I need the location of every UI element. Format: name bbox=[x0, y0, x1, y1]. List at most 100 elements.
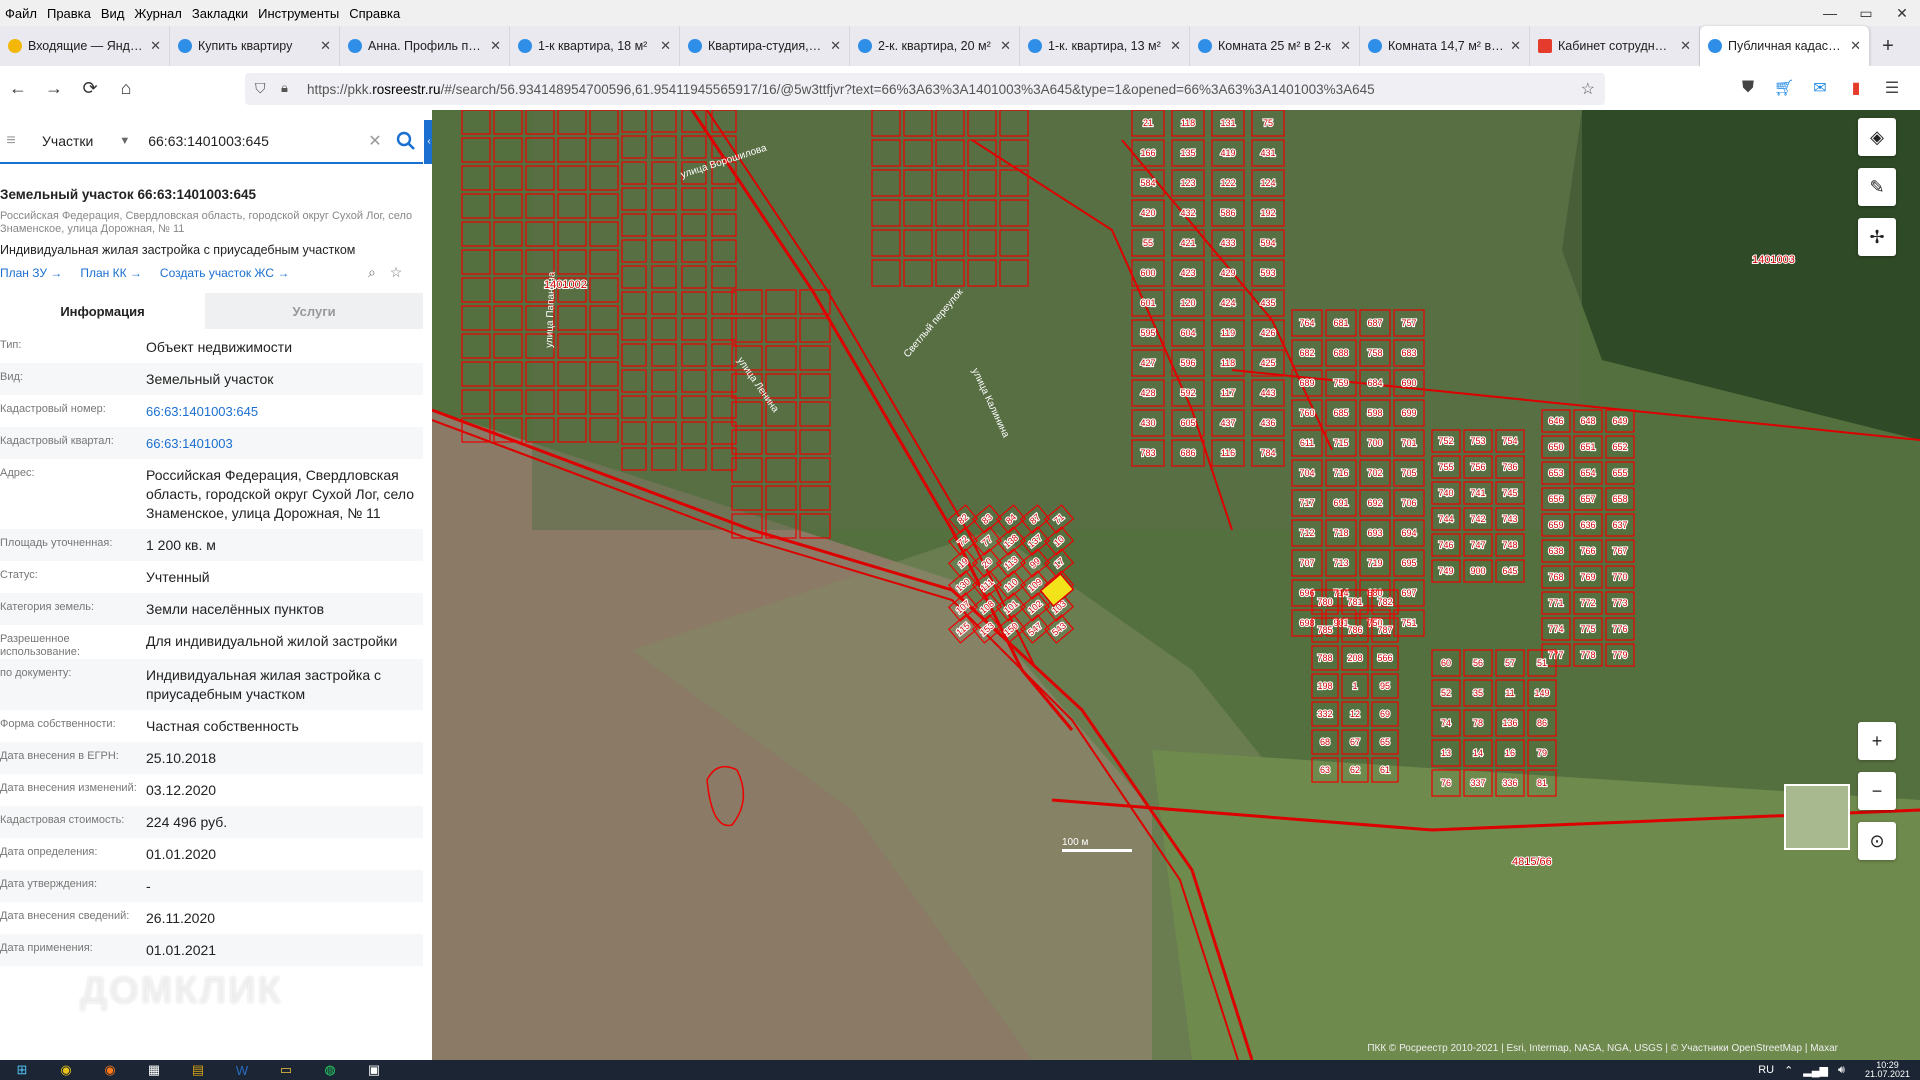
browser-tab[interactable]: Комната 25 м² в 2-к ✕ bbox=[1190, 26, 1360, 66]
menu-icon[interactable]: ☰ bbox=[1874, 78, 1910, 98]
volume-icon[interactable]: 🔊︎ bbox=[1838, 1064, 1845, 1077]
tab-services[interactable]: Услуги bbox=[205, 293, 423, 331]
mail-icon[interactable]: ✉ bbox=[1802, 78, 1838, 98]
start-icon[interactable]: ⊞ bbox=[0, 1060, 44, 1080]
menu-item[interactable]: Вид bbox=[96, 6, 130, 21]
minimap[interactable] bbox=[1784, 784, 1850, 850]
parcel-label: 652 bbox=[1612, 442, 1627, 452]
layers-icon[interactable]: ◈ bbox=[1858, 118, 1896, 156]
back-icon[interactable]: ← bbox=[0, 78, 36, 99]
calculator-icon[interactable]: ▦ bbox=[132, 1060, 176, 1080]
map-view[interactable]: 21 118 131 75 166 135 419 431 584 123 122 124 420 432… bbox=[432, 110, 1920, 1060]
tab-close-icon[interactable]: ✕ bbox=[1340, 38, 1351, 54]
maximize-icon[interactable]: ▭ bbox=[1848, 0, 1884, 26]
whatsapp-icon[interactable]: ◍ bbox=[308, 1060, 352, 1080]
attribute-value[interactable]: 66:63:1401003:645 bbox=[146, 395, 423, 427]
parcel-label: 56 bbox=[1473, 658, 1483, 668]
tab-title: Комната 25 м² в 2-к bbox=[1218, 39, 1331, 53]
ruler-icon[interactable]: ✎ bbox=[1858, 168, 1896, 206]
browser-tab[interactable]: Квартира-студия, 18 ✕ bbox=[680, 26, 850, 66]
compass-icon[interactable]: ⊙ bbox=[1858, 822, 1896, 860]
attribute-value: 25.10.2018 bbox=[146, 750, 217, 766]
menu-item[interactable]: Журнал bbox=[129, 6, 186, 21]
tab-close-icon[interactable]: ✕ bbox=[1170, 38, 1181, 54]
parcel-label: 683 bbox=[1401, 348, 1416, 358]
browser-tab[interactable]: 2-к. квартира, 20 м² ✕ bbox=[850, 26, 1020, 66]
tab-close-icon[interactable]: ✕ bbox=[1850, 38, 1861, 54]
tray-arrow-icon[interactable]: ⌃ bbox=[1784, 1064, 1793, 1077]
locate-icon[interactable]: ✢ bbox=[1858, 218, 1896, 256]
menu-item[interactable]: Инструменты bbox=[253, 6, 344, 21]
parcel-label: 713 bbox=[1333, 558, 1348, 568]
tab-information[interactable]: Информация bbox=[0, 293, 205, 331]
cart-icon[interactable]: 🛒︎ bbox=[1766, 78, 1802, 98]
search-icon[interactable] bbox=[396, 131, 416, 151]
reload-icon[interactable]: ⟳ bbox=[72, 78, 108, 99]
forward-icon[interactable]: → bbox=[36, 78, 72, 99]
browser-tab[interactable]: Анна. Профиль поль ✕ bbox=[340, 26, 510, 66]
plan-zu-link[interactable]: План ЗУ → bbox=[0, 266, 62, 280]
network-icon[interactable]: ▂▄▆ bbox=[1803, 1064, 1828, 1077]
tab-close-icon[interactable]: ✕ bbox=[320, 38, 331, 54]
map-canvas[interactable]: 21 118 131 75166 135 419 431584 123 122 124420 432… bbox=[432, 110, 1920, 1060]
yandex-icon[interactable]: ▮ bbox=[1838, 78, 1874, 98]
parcel-label: 12 bbox=[1350, 709, 1360, 719]
parcel-label: 594 bbox=[1260, 238, 1275, 248]
parcel-label: 79 bbox=[1537, 748, 1547, 758]
plan-kk-link[interactable]: План КК → bbox=[80, 266, 142, 280]
tab-close-icon[interactable]: ✕ bbox=[660, 38, 671, 54]
parcel-label: 648 bbox=[1580, 416, 1595, 426]
folder-icon[interactable]: ▭ bbox=[264, 1060, 308, 1080]
tab-close-icon[interactable]: ✕ bbox=[1510, 38, 1521, 54]
archive-icon[interactable]: ▤ bbox=[176, 1060, 220, 1080]
tab-close-icon[interactable]: ✕ bbox=[830, 38, 841, 54]
create-parcel-link[interactable]: Создать участок ЖС → bbox=[160, 266, 289, 280]
close-icon[interactable]: ✕ bbox=[1884, 0, 1920, 26]
browser-tab[interactable]: Кабинет сотрудника ✕ bbox=[1530, 26, 1700, 66]
parcel-label: 437 bbox=[1220, 418, 1235, 428]
parcel-label: 695 bbox=[1401, 558, 1416, 568]
browser-tab[interactable]: Купить квартиру ✕ bbox=[170, 26, 340, 66]
shield-icon[interactable]: ⛉ bbox=[255, 80, 266, 97]
parcel-label: 779 bbox=[1612, 650, 1627, 660]
lock-icon[interactable]: 🔒︎ bbox=[281, 80, 288, 96]
menu-item[interactable]: Правка bbox=[42, 6, 96, 21]
tab-close-icon[interactable]: ✕ bbox=[150, 38, 161, 54]
bookmark-star-icon[interactable]: ☆ bbox=[1581, 79, 1595, 99]
menu-item[interactable]: Справка bbox=[344, 6, 405, 21]
home-icon[interactable]: ⌂ bbox=[108, 78, 144, 99]
chevron-down-icon[interactable]: ▼ bbox=[119, 135, 130, 147]
search-input[interactable]: 66:63:1401003:645 bbox=[148, 133, 358, 149]
scanner-icon[interactable]: ▣ bbox=[352, 1060, 396, 1080]
tab-close-icon[interactable]: ✕ bbox=[490, 38, 501, 54]
favorite-star-icon[interactable]: ☆ bbox=[390, 264, 403, 280]
language-indicator[interactable]: RU bbox=[1758, 1064, 1774, 1076]
attribute-value[interactable]: 66:63:1401003 bbox=[146, 427, 423, 459]
browser-tab[interactable]: Комната 14,7 м² в 1-к ✕ bbox=[1360, 26, 1530, 66]
more-icon[interactable]: ••• bbox=[1858, 746, 1896, 768]
menu-item[interactable]: Закладки bbox=[187, 6, 253, 21]
browser-tab[interactable]: Публичная кадастро ✕ bbox=[1700, 26, 1870, 66]
toolbar-icons: ⛊ 🛒︎ ✉ ▮ ☰ bbox=[1730, 66, 1910, 110]
pocket-icon[interactable]: ⛊ bbox=[1730, 79, 1766, 97]
clear-icon[interactable]: ✕ bbox=[368, 131, 381, 151]
tab-close-icon[interactable]: ✕ bbox=[1000, 38, 1011, 54]
browser-tab[interactable]: 1-к квартира, 18 м² ✕ bbox=[510, 26, 680, 66]
word-icon[interactable]: W bbox=[220, 1060, 264, 1080]
firefox-icon[interactable]: ◉ bbox=[88, 1060, 132, 1080]
clock[interactable]: 10:29 21.07.2021 bbox=[1855, 1061, 1910, 1079]
zoom-out-button[interactable]: − bbox=[1858, 772, 1896, 810]
chrome-icon[interactable]: ◉ bbox=[44, 1060, 88, 1080]
search-type-select[interactable]: Участки bbox=[42, 133, 93, 149]
minimize-icon[interactable]: — bbox=[1812, 0, 1848, 26]
zoom-to-object-icon[interactable]: ⌕ bbox=[368, 264, 376, 280]
browser-tab[interactable]: 1-к. квартира, 13 м² ✕ bbox=[1020, 26, 1190, 66]
parcel-label: 757 bbox=[1401, 318, 1416, 328]
quarter-label: 1401003 bbox=[1752, 254, 1795, 266]
menu-item[interactable]: Файл bbox=[0, 6, 42, 21]
new-tab-button[interactable]: + bbox=[1870, 26, 1906, 66]
hamburger-icon[interactable]: ≡ bbox=[0, 132, 22, 150]
browser-tab[interactable]: Входящие — Яндекс ✕ bbox=[0, 26, 170, 66]
address-bar[interactable]: ⛉ 🔒︎ https://pkk.rosreestr.ru/#/search/5… bbox=[245, 73, 1605, 105]
tab-close-icon[interactable]: ✕ bbox=[1680, 38, 1691, 54]
